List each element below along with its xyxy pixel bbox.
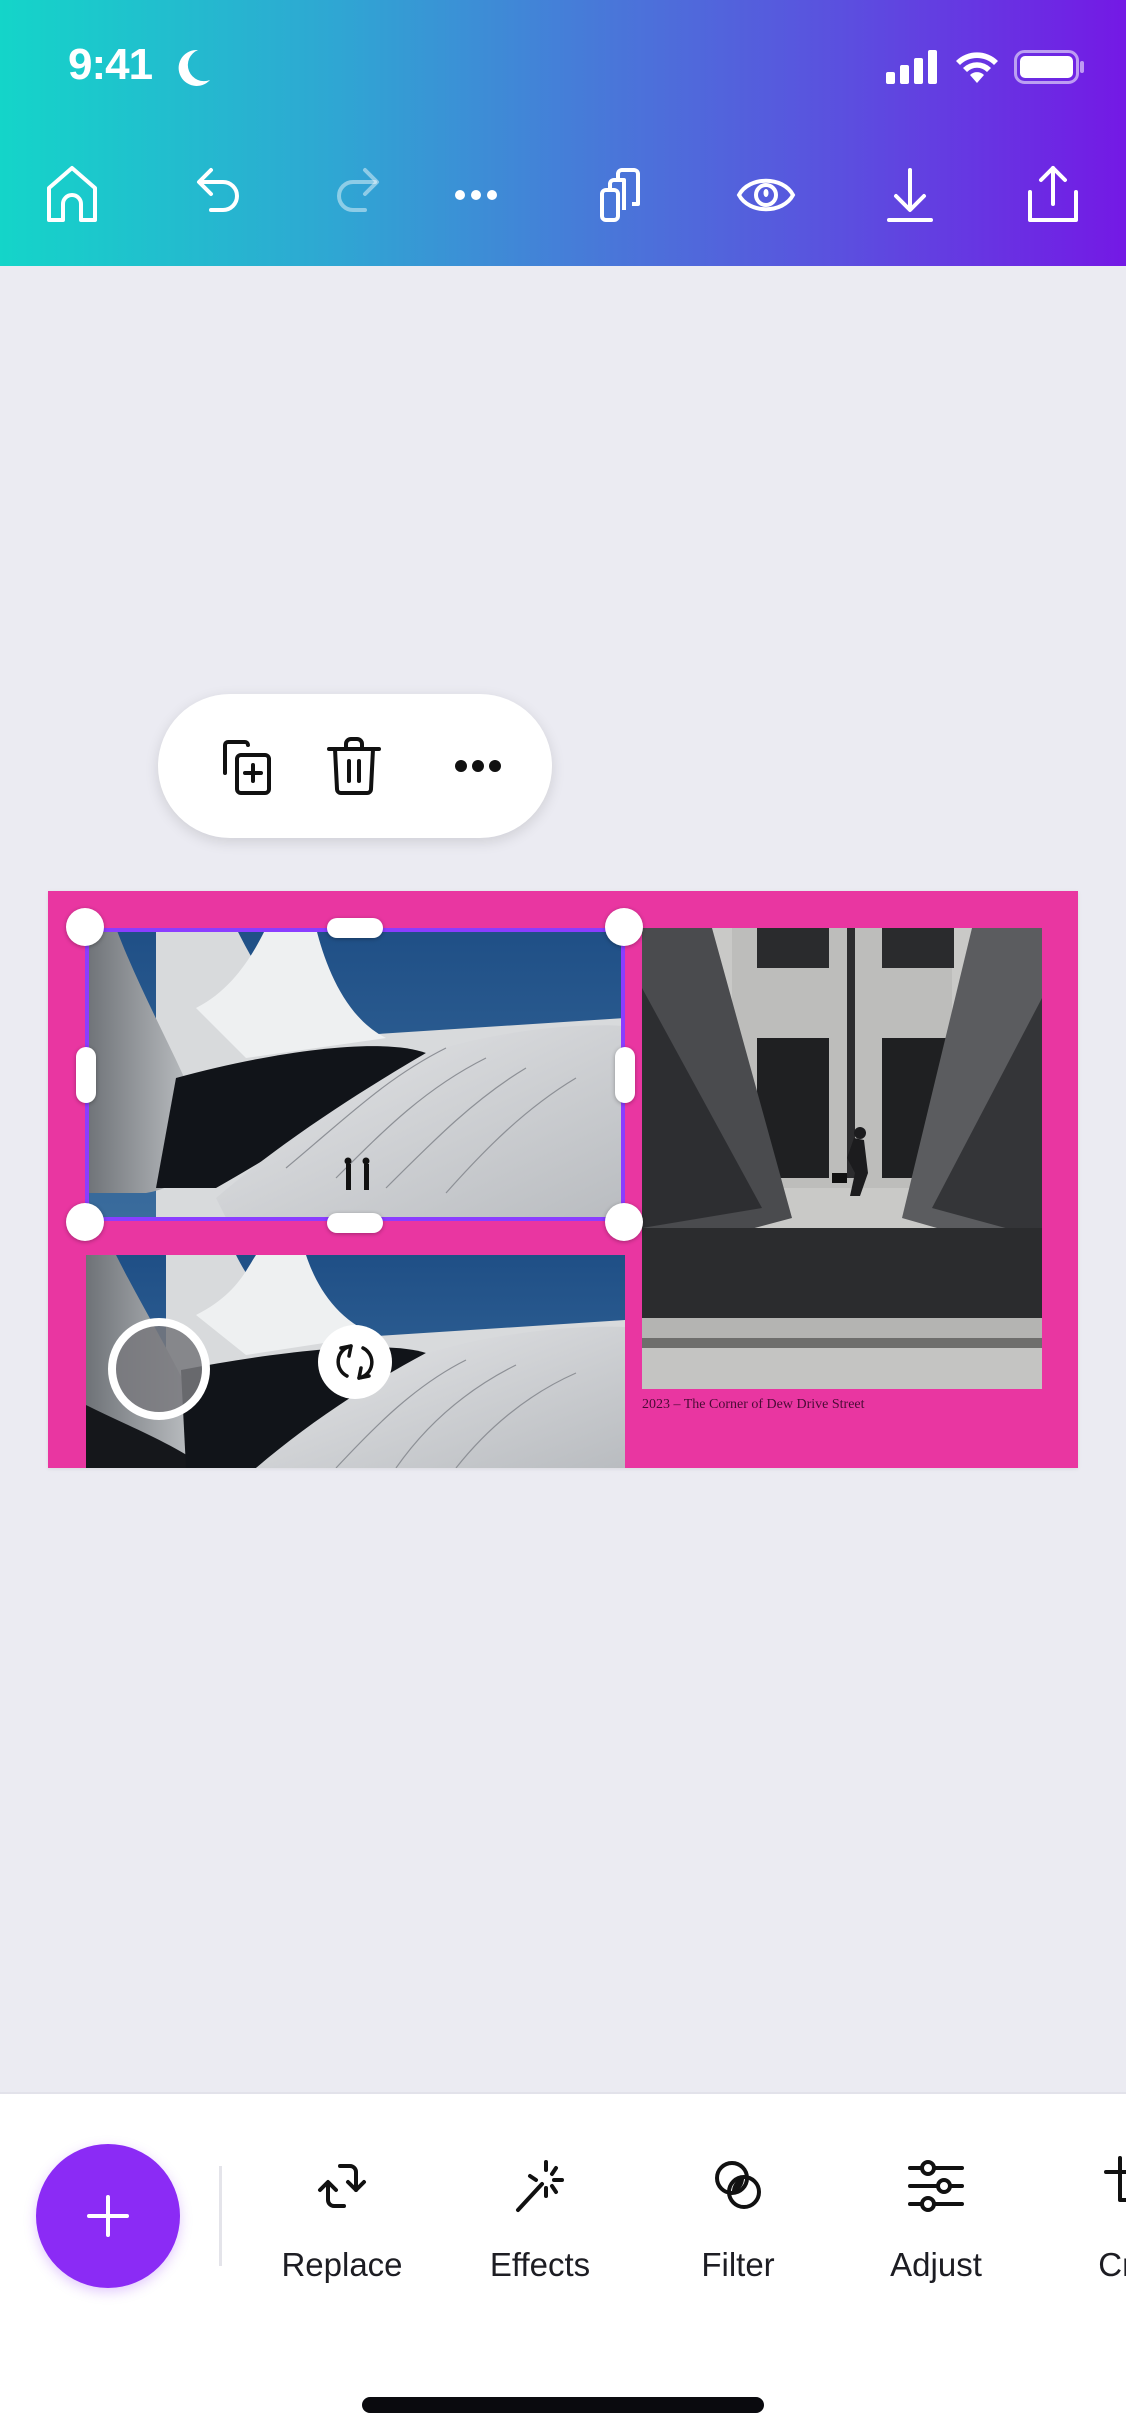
duplicate-icon <box>223 740 271 795</box>
photo-caption[interactable]: 2023 – The Corner of Dew Drive Street <box>642 1397 865 1413</box>
resize-handle-bottom-right[interactable] <box>605 1203 643 1241</box>
tool-label: Effects <box>489 2246 591 2283</box>
canva-mobile-editor: 9:41 2023 – The Corner of Dew Drive Stre… <box>0 0 1126 2436</box>
undo-button[interactable] <box>178 150 258 240</box>
battery-icon <box>1014 50 1084 84</box>
swap-image-button[interactable] <box>318 1325 392 1399</box>
home-button[interactable] <box>32 150 112 240</box>
moon-icon <box>178 49 210 86</box>
resize-handle-top-left[interactable] <box>66 908 104 946</box>
home-indicator[interactable] <box>362 2397 764 2413</box>
photo-curved-architecture-top[interactable] <box>86 928 625 1218</box>
rotate-swap-icon <box>336 1344 374 1380</box>
tool-effects[interactable]: Effects <box>460 2144 620 2324</box>
tool-label: Crop <box>1098 2246 1126 2283</box>
delete-button[interactable] <box>304 716 404 816</box>
add-element-button[interactable] <box>36 2144 180 2288</box>
editor-header: 9:41 <box>0 0 1126 266</box>
pages-button[interactable] <box>581 150 661 240</box>
pages-icon <box>600 168 640 222</box>
resize-handle-left[interactable] <box>76 1047 96 1103</box>
more-horizontal-icon <box>455 190 497 200</box>
tool-replace[interactable]: Replace <box>262 2144 422 2324</box>
magic-wand-icon <box>516 2160 564 2212</box>
status-icons <box>886 50 1086 84</box>
plus-icon <box>87 2195 129 2237</box>
download-icon <box>887 168 933 222</box>
redo-button[interactable] <box>318 150 398 240</box>
photo-man-walking[interactable] <box>642 928 1042 1389</box>
resize-handle-top-right[interactable] <box>605 908 643 946</box>
tool-filter[interactable]: Filter <box>658 2144 818 2324</box>
crop-icon <box>1104 2156 1126 2202</box>
resize-handle-bottom-left[interactable] <box>66 1203 104 1241</box>
preview-button[interactable] <box>726 150 806 240</box>
wifi-icon <box>956 52 998 83</box>
share-icon <box>1028 166 1078 222</box>
tool-adjust[interactable]: Adjust <box>856 2144 1016 2324</box>
tool-label: Adjust <box>890 2246 982 2283</box>
undo-icon <box>197 168 239 212</box>
bottom-toolbar: Replace Effects Filter Adjust C <box>0 2092 1126 2436</box>
top-toolbar <box>0 150 1126 240</box>
eye-icon <box>736 178 796 212</box>
status-bar: 9:41 <box>0 0 1126 140</box>
home-icon <box>47 166 97 222</box>
toolbar-divider <box>219 2166 222 2266</box>
redo-icon <box>337 168 379 212</box>
download-button[interactable] <box>870 150 950 240</box>
element-context-menu <box>158 694 552 838</box>
replace-icon <box>318 2164 366 2208</box>
tool-label: Replace <box>281 2246 403 2283</box>
resize-handle-right[interactable] <box>615 1047 635 1103</box>
resize-handle-bottom[interactable] <box>327 1213 383 1233</box>
resize-handle-top[interactable] <box>327 918 383 938</box>
share-button[interactable] <box>1013 150 1093 240</box>
more-horizontal-icon <box>455 760 501 772</box>
filter-icon <box>715 2161 761 2209</box>
tool-label: Filter <box>701 2246 775 2283</box>
sliders-icon <box>908 2160 964 2212</box>
status-time: 9:41 <box>68 40 153 89</box>
tool-crop[interactable]: Crop <box>1054 2144 1126 2324</box>
cellular-signal-icon <box>886 50 937 84</box>
more-button[interactable] <box>436 150 516 240</box>
duplicate-button[interactable] <box>198 716 298 816</box>
more-options-button[interactable] <box>428 716 528 816</box>
trash-icon <box>327 737 381 795</box>
drag-target-ring[interactable] <box>108 1318 210 1420</box>
